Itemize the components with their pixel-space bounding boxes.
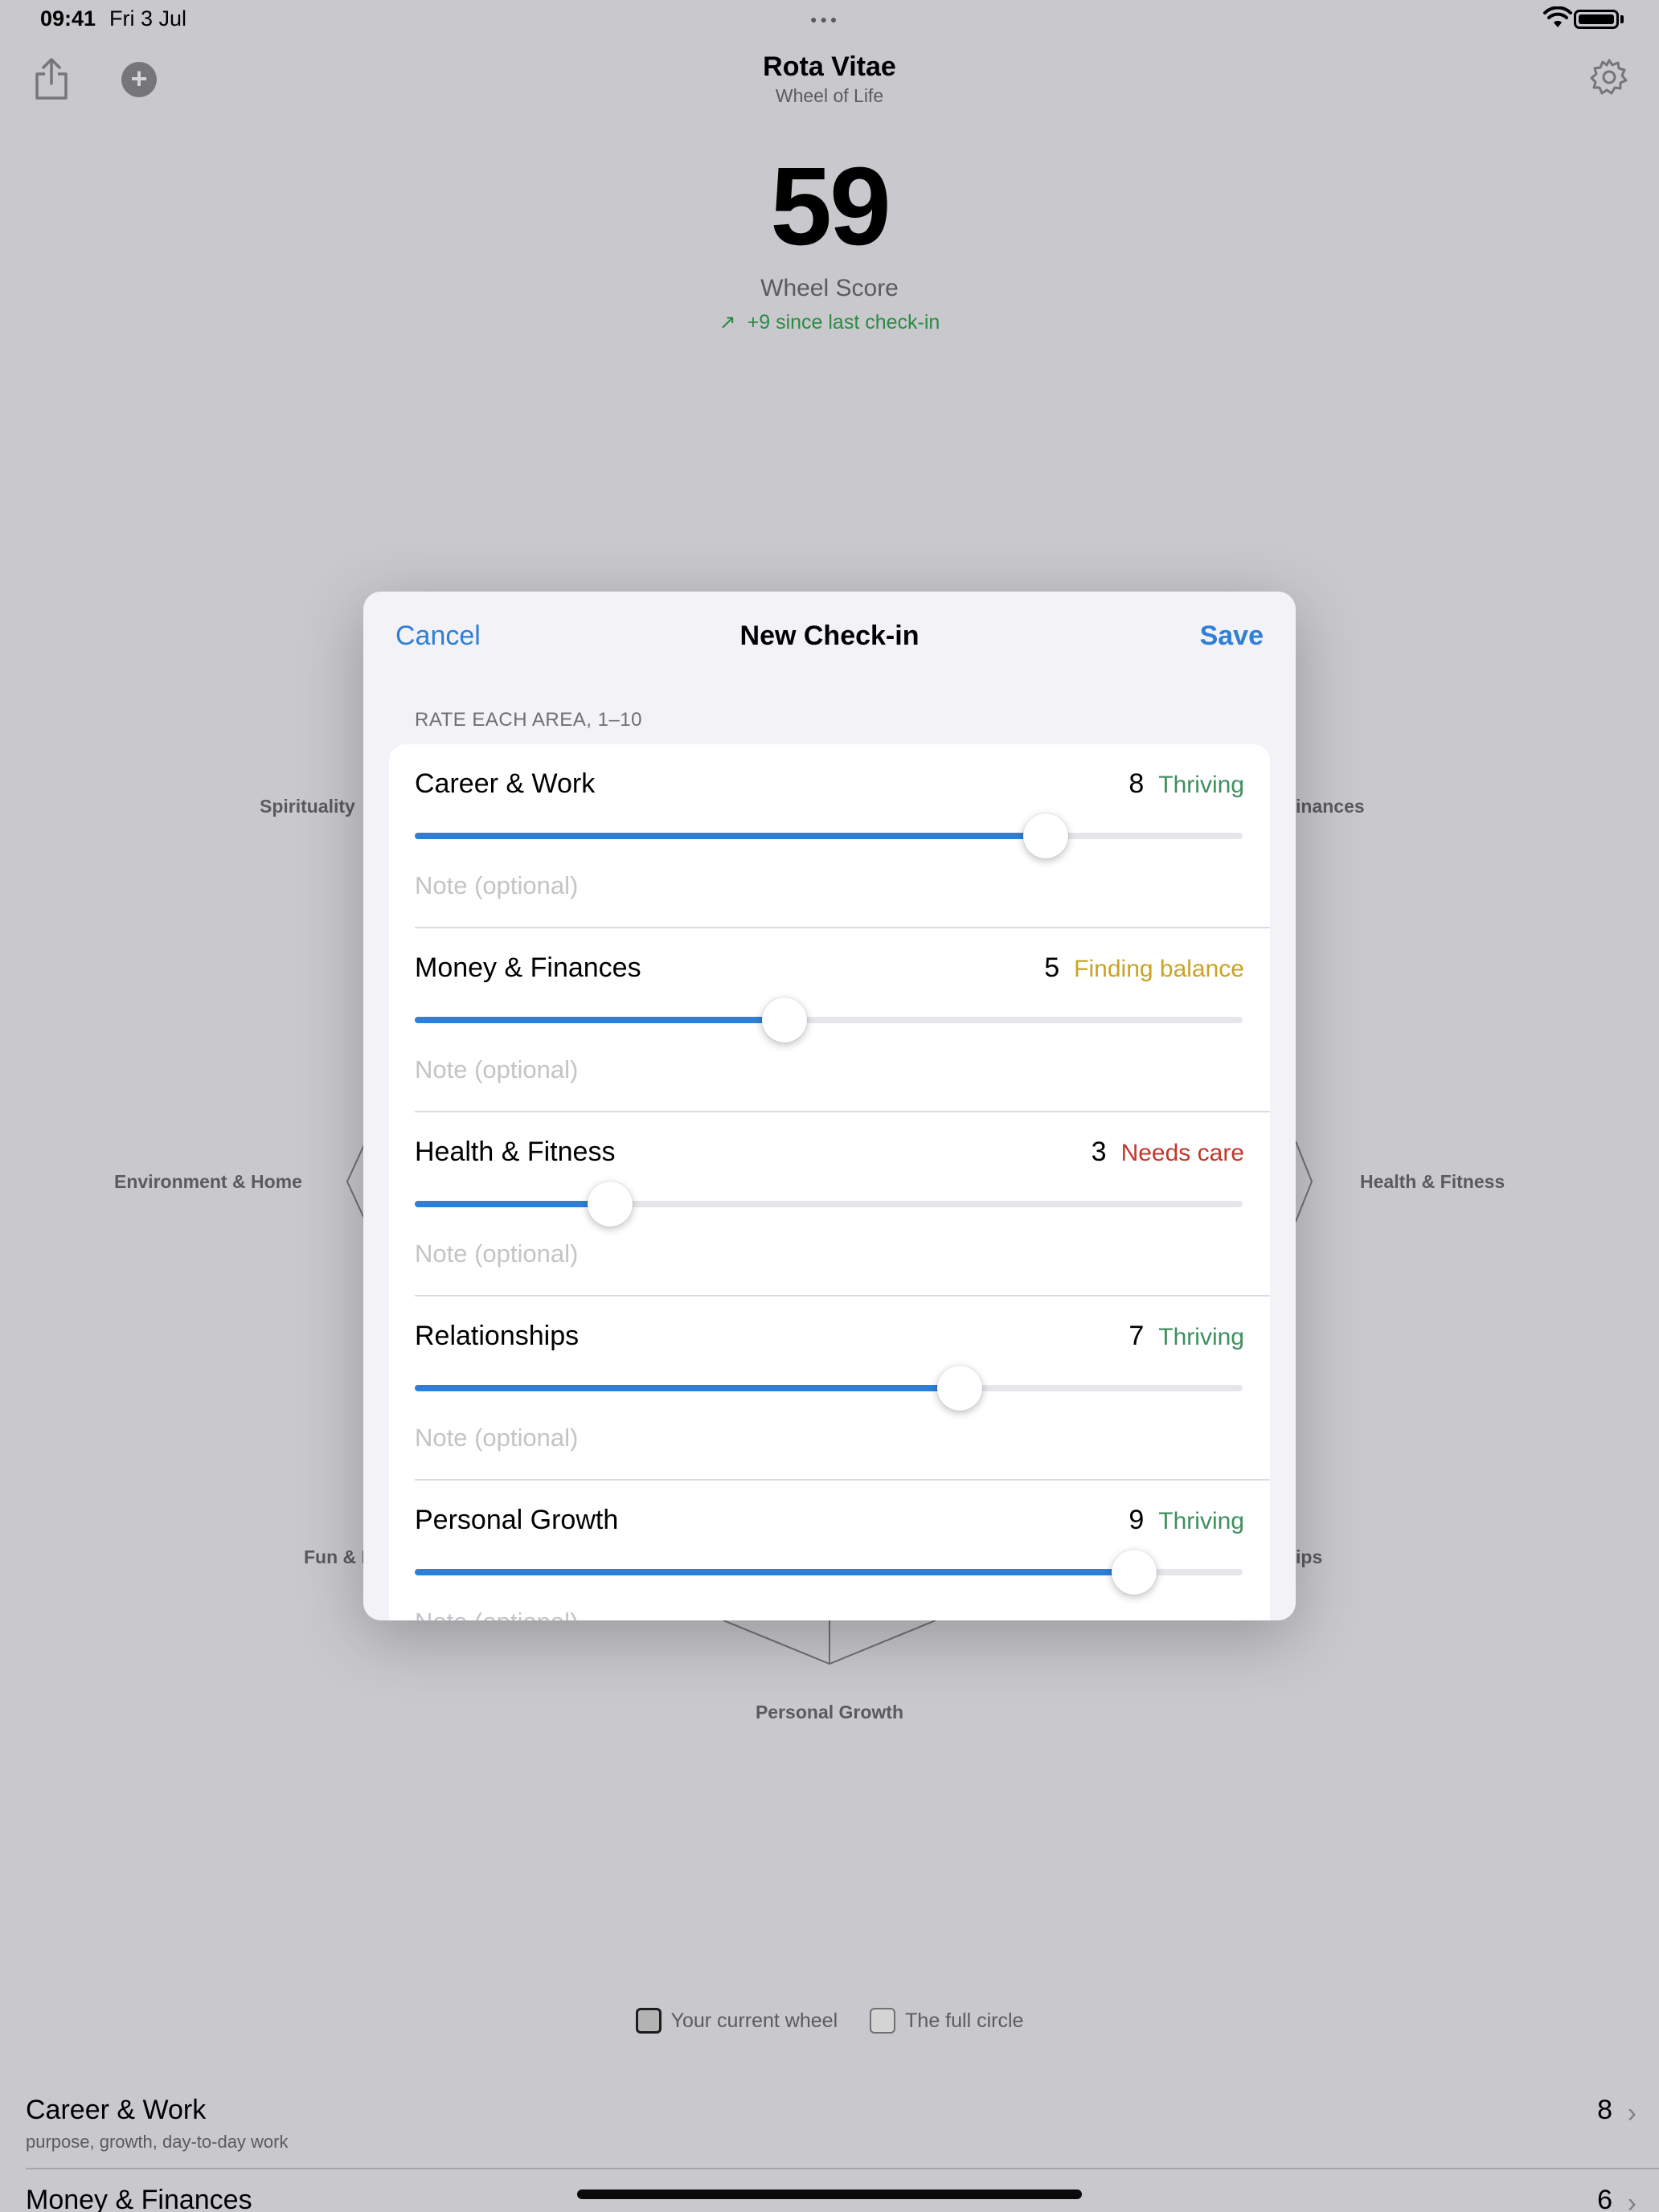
rating-value: 8 [1129,768,1145,799]
rating-row-relationships: Relationships 7 Thriving [389,1296,1270,1481]
slider-thumb[interactable] [762,997,808,1043]
slider-fill [415,1017,785,1023]
note-input[interactable] [415,871,1138,900]
rating-value: 9 [1129,1505,1145,1535]
rating-row-career: Career & Work 8 Thriving [389,744,1270,928]
rating-readout: 7 Thriving [1129,1321,1244,1352]
slider-fill [415,1569,1135,1575]
rating-row-growth: Personal Growth 9 Thriving [389,1481,1270,1620]
note-input[interactable] [415,1423,1138,1452]
rating-readout: 3 Needs care [1092,1137,1244,1168]
rating-readout: 8 Thriving [1129,768,1244,800]
rating-card: Career & Work 8 Thriving Money & Finance… [389,744,1270,1620]
save-button[interactable]: Save [1200,621,1264,652]
note-input[interactable] [415,1608,1138,1620]
rating-readout: 9 Thriving [1129,1505,1244,1536]
sheet-title: New Check-in [739,621,920,651]
home-indicator[interactable] [577,2189,1082,2199]
slider-thumb[interactable] [1022,813,1068,858]
section-header: RATE EACH AREA, 1–10 [415,709,642,731]
slider-fill [415,1201,611,1207]
rating-slider[interactable] [415,997,1243,1043]
rating-status: Thriving [1158,772,1244,798]
rating-area-name: Health & Fitness [415,1137,616,1167]
rating-readout: 5 Finding balance [1044,952,1244,984]
rating-area-name: Money & Finances [415,952,641,983]
rating-slider[interactable] [415,813,1243,858]
note-input[interactable] [415,1055,1138,1084]
rating-row-health: Health & Fitness 3 Needs care [389,1112,1270,1296]
slider-thumb[interactable] [588,1182,633,1227]
rating-area-name: Personal Growth [415,1505,619,1535]
rating-area-name: Relationships [415,1321,580,1351]
rating-slider[interactable] [415,1182,1243,1227]
rating-area-name: Career & Work [415,768,596,799]
rating-row-money: Money & Finances 5 Finding balance [389,928,1270,1112]
rating-status: Finding balance [1074,956,1244,982]
rating-slider[interactable] [415,1550,1243,1595]
rating-status: Thriving [1158,1324,1244,1350]
rating-status: Thriving [1158,1508,1244,1534]
slider-thumb[interactable] [1112,1550,1157,1595]
rating-value: 3 [1091,1137,1107,1167]
note-input[interactable] [415,1239,1138,1268]
slider-thumb[interactable] [936,1366,982,1411]
rating-value: 5 [1044,952,1060,983]
slider-fill [415,833,1046,839]
slider-fill [415,1385,960,1391]
rating-status: Needs care [1120,1140,1244,1166]
check-in-sheet: Cancel New Check-in Save RATE EACH AREA,… [363,592,1296,1620]
rating-slider[interactable] [415,1366,1243,1411]
rating-value: 7 [1129,1321,1145,1351]
